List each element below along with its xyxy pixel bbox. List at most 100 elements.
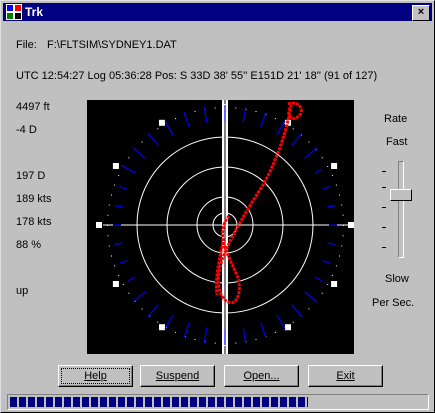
close-icon: × (417, 6, 425, 18)
compass-marker (159, 324, 165, 331)
compass-marker (348, 222, 354, 228)
rate-unit-label: Per Sec. (372, 297, 415, 309)
track-display[interactable] (87, 100, 354, 354)
compass-dot (331, 175, 333, 177)
close-button[interactable]: × (412, 5, 430, 21)
wind-tick (260, 111, 267, 128)
wind-tick (314, 276, 323, 282)
compass-dot (342, 235, 344, 237)
compass-marker (112, 163, 119, 169)
compass-dot (157, 321, 159, 323)
wind-tick (114, 242, 123, 245)
wind-tick (276, 314, 286, 330)
wind-tick (114, 205, 123, 208)
rate-tick (382, 227, 386, 228)
compass-dot (141, 308, 143, 310)
wind-tick (304, 291, 318, 303)
wind-tick (203, 106, 208, 123)
compass-dot (122, 284, 124, 285)
groundspeed-readout: 178 kts (16, 216, 52, 228)
airspeed-readout: 189 kts (16, 193, 52, 205)
wind-tick (183, 111, 190, 128)
altitude-readout: 4497 ft (16, 101, 50, 113)
wind-tick (119, 186, 128, 190)
compass-dot (235, 342, 237, 344)
playback-progress (7, 394, 429, 410)
rate-slider-track[interactable] (398, 161, 404, 258)
wind-tick (120, 164, 136, 174)
wind-tick (147, 132, 159, 146)
wind-tick (132, 291, 146, 303)
rate-slow-label: Slow (385, 273, 409, 285)
compass-dot (118, 175, 120, 177)
compass-dot (308, 308, 310, 310)
wind-tick (322, 260, 331, 264)
compass-dot (255, 339, 257, 340)
file-label: File: (16, 39, 37, 51)
progress-fill (10, 397, 309, 407)
wind-tick (183, 322, 190, 339)
compass-dot (141, 141, 143, 143)
title-bar[interactable]: Trk × (3, 3, 432, 21)
compass-dot (128, 292, 130, 294)
rate-tick (382, 207, 386, 208)
compass-dot (339, 255, 340, 257)
compass-dot (194, 339, 196, 340)
compass-dot (111, 255, 112, 257)
compass-dot (235, 107, 237, 109)
rate-tick (382, 187, 386, 188)
compass-marker (285, 324, 291, 331)
compass-dot (335, 184, 337, 186)
window-title: Trk (25, 5, 44, 19)
compass-dot (114, 265, 116, 267)
compass-dot (157, 128, 159, 130)
compass-dot (107, 235, 109, 237)
rate-fast-label: Fast (386, 136, 408, 148)
open-button[interactable]: Open... (224, 365, 299, 387)
wind-tick (119, 260, 128, 264)
rate-tick (382, 247, 386, 248)
compass-dot (341, 245, 343, 247)
compass-dot (327, 284, 329, 285)
rate-slider-thumb[interactable] (390, 189, 412, 202)
wind-tick (327, 205, 336, 208)
rate-tick (382, 171, 386, 172)
wind-tick (260, 322, 267, 339)
compass-dot (274, 331, 276, 333)
compass-dot (327, 166, 329, 167)
wind-tick (304, 147, 318, 159)
exit-button[interactable]: Exit (308, 365, 383, 387)
suspend-button[interactable]: Suspend (140, 365, 215, 387)
compass-marker (331, 281, 338, 287)
heading-readout: 197 D (16, 170, 46, 182)
compass-dot (107, 225, 108, 226)
file-path: F:\FLTSIM\SYDNEY1.DAT (47, 39, 177, 51)
wind-tick (132, 147, 146, 159)
wind-tick (147, 304, 159, 318)
wind-tick (127, 276, 136, 282)
wind-tick (322, 186, 331, 190)
compass-marker (331, 163, 338, 169)
compass-dot (292, 128, 294, 130)
help-button[interactable]: Help (58, 365, 133, 387)
wind-tick (291, 132, 303, 146)
wind-tick (327, 242, 336, 245)
compass-dot (175, 118, 177, 120)
gear-readout: up (16, 285, 29, 297)
compass-dot (114, 184, 116, 186)
compass-dot (108, 204, 110, 206)
compass-dot (292, 321, 294, 323)
wind-tick (164, 314, 174, 330)
flight-track (215, 101, 303, 304)
compass-marker (96, 222, 102, 228)
compass-dot (214, 107, 216, 109)
compass-marker (112, 281, 119, 287)
app-icon (6, 4, 22, 20)
wind-tick (164, 120, 174, 136)
compass-dot (339, 194, 340, 196)
wind-tick (203, 327, 208, 344)
wind-tick (242, 106, 247, 123)
compass-dot (111, 194, 112, 196)
rate-label: Rate (384, 113, 408, 125)
compass-dot (128, 157, 130, 159)
